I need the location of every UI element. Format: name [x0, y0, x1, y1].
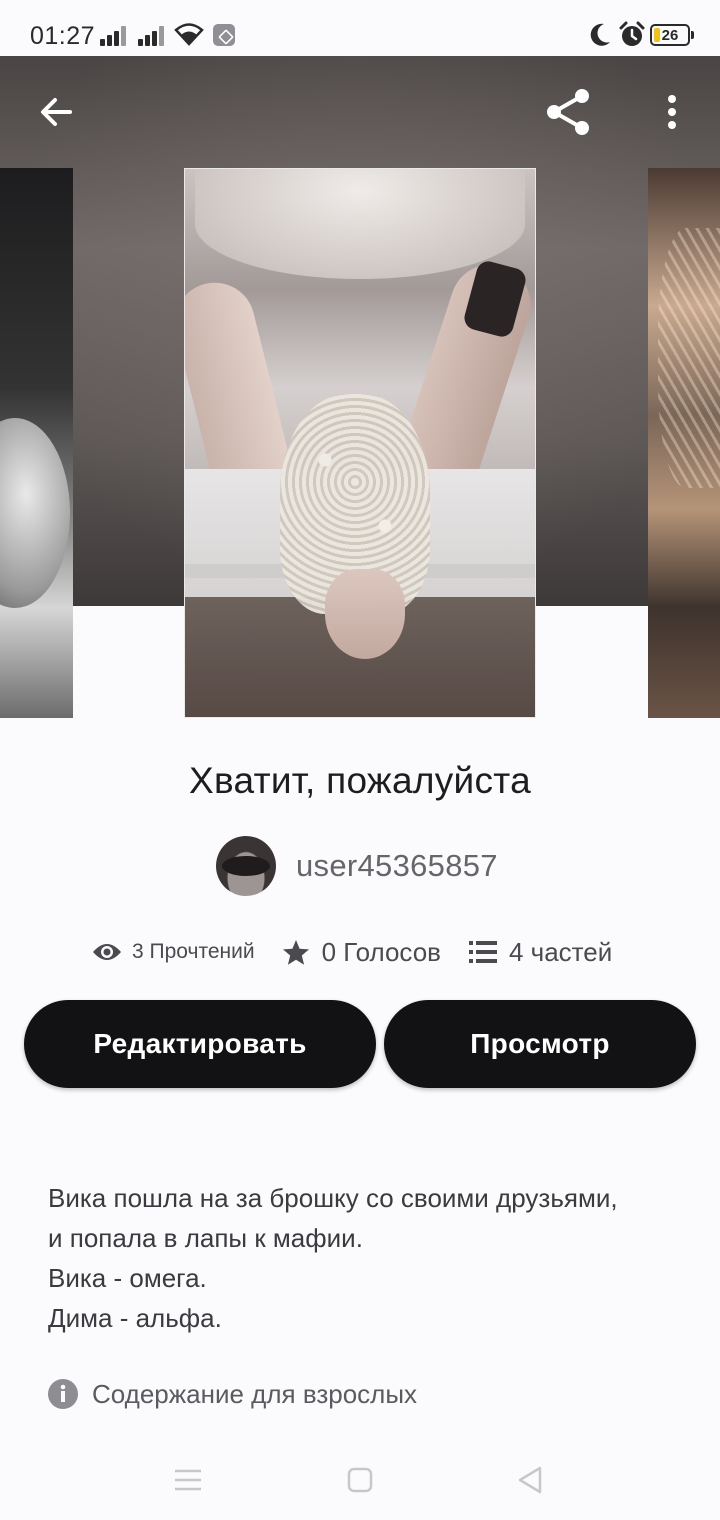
battery-icon: 26	[650, 24, 694, 46]
story-title: Хватит, пожалуйста	[189, 760, 531, 801]
story-stats: 3 Прочтений 0 Голосов 4 частей	[92, 930, 612, 974]
star-icon	[282, 939, 309, 965]
signal-icon	[138, 26, 168, 46]
status-bar: 01:27 26	[0, 0, 720, 56]
list-icon	[468, 941, 497, 963]
reads-count: 3 Прочтений	[132, 940, 255, 963]
parts-count: 4 частей	[508, 936, 613, 967]
back-arrow-icon	[41, 98, 72, 126]
back-triangle-icon	[518, 1466, 542, 1494]
author-link[interactable]: user45365857	[216, 836, 498, 896]
do-not-disturb-moon-icon	[590, 23, 610, 46]
system-navigation-bar	[0, 1440, 720, 1520]
eye-icon	[93, 944, 121, 960]
alarm-icon	[619, 21, 645, 46]
battery-level: 26	[661, 27, 679, 44]
more-vertical-icon	[668, 95, 676, 129]
system-back-button[interactable]	[505, 1458, 555, 1502]
story-description: Вика пошла на за брошку со своими друзья…	[48, 1178, 688, 1338]
mature-content-notice: Содержание для взрослых	[48, 1376, 417, 1412]
description-line: Вика пошла на за брошку со своими друзья…	[48, 1183, 618, 1213]
parts-stat: 4 частей	[468, 936, 613, 968]
avatar[interactable]	[216, 836, 276, 896]
more-options-button[interactable]	[644, 84, 700, 140]
mature-content-label: Содержание для взрослых	[92, 1378, 418, 1409]
home-button[interactable]	[335, 1458, 385, 1502]
status-time: 01:27	[30, 22, 96, 50]
preview-button[interactable]: Просмотр	[384, 1000, 696, 1088]
cover-image-previous[interactable]	[0, 168, 73, 718]
app-notification-icon	[213, 24, 235, 46]
share-button[interactable]	[540, 84, 596, 140]
description-line: и попала в лапы к мафии.	[48, 1223, 363, 1253]
edit-button[interactable]: Редактировать	[24, 1000, 376, 1088]
cover-image	[184, 168, 536, 718]
story-details-screen: 01:27 26 Хватит, пожалуйста user45365857…	[0, 0, 720, 1520]
description-line: Вика - омега.	[48, 1263, 207, 1293]
recents-button[interactable]	[163, 1458, 213, 1502]
votes-stat: 0 Голосов	[282, 937, 441, 968]
description-line: Дима - альфа.	[48, 1303, 222, 1333]
share-icon	[547, 89, 589, 135]
reads-stat: 3 Прочтений	[92, 940, 255, 964]
back-button[interactable]	[28, 84, 84, 140]
wifi-icon	[174, 23, 204, 46]
cover-image-next[interactable]	[648, 168, 720, 718]
info-icon	[48, 1379, 78, 1409]
votes-count: 0 Голосов	[321, 936, 441, 967]
signal-icon	[100, 26, 130, 46]
author-name[interactable]: user45365857	[296, 848, 498, 884]
home-square-icon	[347, 1467, 373, 1493]
recents-menu-icon	[175, 1469, 201, 1491]
